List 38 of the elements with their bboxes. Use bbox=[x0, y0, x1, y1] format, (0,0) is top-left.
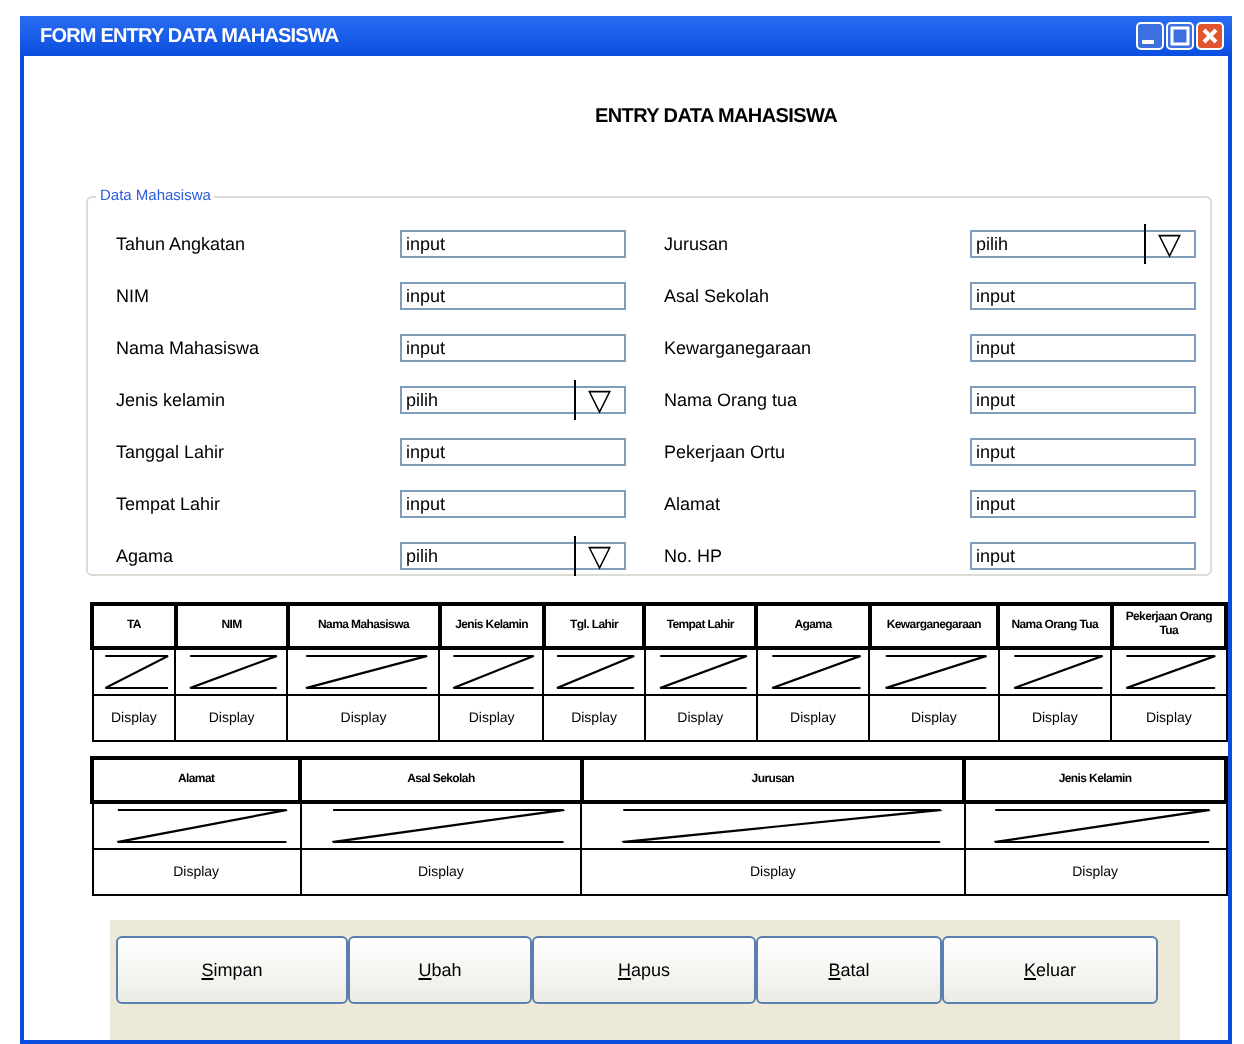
input-field[interactable]: input bbox=[970, 334, 1196, 362]
action-button[interactable]: Hapus bbox=[532, 936, 756, 1004]
input-field[interactable]: input bbox=[400, 334, 626, 362]
input-field[interactable]: input bbox=[400, 230, 626, 258]
field-label: Pekerjaan Ortu bbox=[664, 442, 788, 462]
input-field[interactable]: input bbox=[970, 542, 1196, 570]
field-label: Tahun Angkatan bbox=[116, 234, 248, 254]
field-label: Alamat bbox=[664, 494, 723, 514]
dropdown[interactable]: pilih ▽ bbox=[400, 386, 626, 414]
dropdown[interactable]: pilih ▽ bbox=[970, 230, 1196, 258]
close-icon[interactable] bbox=[1196, 22, 1224, 50]
input-field[interactable]: input bbox=[970, 490, 1196, 518]
field-label: No. HP bbox=[664, 546, 725, 566]
field-label: Jurusan bbox=[664, 234, 731, 254]
action-button[interactable]: Batal bbox=[756, 936, 942, 1004]
action-button[interactable]: Simpan bbox=[116, 936, 348, 1004]
field-label: Jenis kelamin bbox=[116, 390, 228, 410]
input-field[interactable]: input bbox=[400, 490, 626, 518]
minimize-icon[interactable] bbox=[1136, 22, 1164, 50]
field-label: Nama Orang tua bbox=[664, 390, 800, 410]
action-button[interactable]: Keluar bbox=[942, 936, 1158, 1004]
field-label: Asal Sekolah bbox=[664, 286, 772, 306]
input-field[interactable]: input bbox=[970, 386, 1196, 414]
form-heading: ENTRY DATA MAHASISWA bbox=[592, 106, 840, 128]
field-label: Kewarganegaraan bbox=[664, 338, 814, 358]
window-title: FORM ENTRY DATA MAHASISWA bbox=[40, 25, 339, 47]
dropdown[interactable]: pilih ▽ bbox=[400, 542, 626, 570]
action-button[interactable]: Ubah bbox=[348, 936, 532, 1004]
input-field[interactable]: input bbox=[400, 438, 626, 466]
field-label: Tempat Lahir bbox=[116, 494, 223, 514]
input-field[interactable]: input bbox=[400, 282, 626, 310]
input-field[interactable]: input bbox=[970, 438, 1196, 466]
maximize-icon[interactable] bbox=[1166, 22, 1194, 50]
input-field[interactable]: input bbox=[970, 282, 1196, 310]
field-label: Nama Mahasiswa bbox=[116, 338, 262, 358]
field-label: Tanggal Lahir bbox=[116, 442, 227, 462]
field-label: NIM bbox=[116, 286, 151, 306]
field-label: Agama bbox=[116, 546, 176, 566]
